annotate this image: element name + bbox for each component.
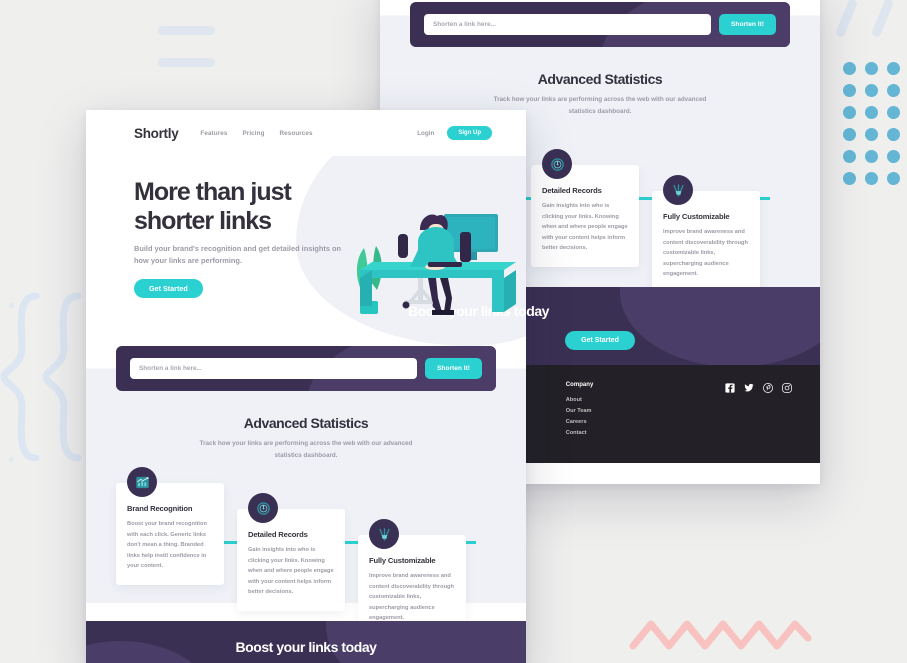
footer-link[interactable]: Our Team bbox=[566, 408, 594, 414]
boost-section: Boost your links today Get Started bbox=[86, 621, 526, 663]
boost-blob-left bbox=[86, 641, 216, 663]
footer-link[interactable]: Careers bbox=[566, 419, 594, 425]
shorten-input[interactable] bbox=[130, 358, 418, 379]
login-link[interactable]: Login bbox=[417, 130, 434, 137]
back-shorten-button[interactable]: Shorten It! bbox=[719, 14, 776, 35]
decor-mini-dot-2 bbox=[9, 457, 14, 462]
instagram-icon[interactable] bbox=[782, 383, 792, 394]
hero-copy: More than just shorter links Build your … bbox=[134, 178, 344, 298]
nav-account-actions: Login Sign Up bbox=[417, 126, 492, 140]
signup-button[interactable]: Sign Up bbox=[447, 126, 492, 140]
pinterest-icon[interactable] bbox=[763, 383, 773, 394]
front-shorten-section: Shorten It! bbox=[86, 346, 526, 391]
boost-heading: Boost your links today bbox=[235, 639, 377, 656]
footer-link[interactable]: About bbox=[566, 397, 594, 403]
primary-nav-links: Features Pricing Resources bbox=[200, 130, 312, 137]
back-shorten-input[interactable] bbox=[424, 14, 712, 35]
back-shorten-form[interactable]: Shorten It! bbox=[410, 2, 790, 47]
hero-title-line-2: shorter links bbox=[134, 206, 272, 235]
footer-column-heading: Company bbox=[565, 382, 594, 389]
fully-customizable-brush-icon bbox=[663, 175, 693, 206]
stat-card-title: Fully Customizable bbox=[369, 556, 436, 566]
detailed-records-speedometer-icon bbox=[248, 493, 278, 524]
twitter-icon[interactable] bbox=[744, 383, 754, 393]
back-stat-card-detailed-records[interactable]: Detailed Records Gain insights into who … bbox=[531, 149, 639, 268]
stats-cards: Brand Recognition Boost your brand recog… bbox=[116, 467, 496, 638]
brand-logo[interactable]: Shortly bbox=[134, 126, 179, 141]
decor-bar-top-2 bbox=[158, 58, 215, 67]
back-stats-heading: Advanced Statistics bbox=[537, 71, 663, 87]
stat-card-body: Gain insights into who is clicking your … bbox=[248, 547, 334, 596]
footer-socials bbox=[725, 382, 792, 463]
nav-link-features[interactable]: Features bbox=[200, 130, 227, 137]
hero-get-started-button[interactable]: Get Started bbox=[134, 278, 203, 298]
stats-subheading: Track how your links are performing acro… bbox=[199, 440, 413, 459]
decor-dot-grid bbox=[843, 62, 900, 185]
hero-subtitle: Build your brand's recognition and get d… bbox=[134, 244, 342, 265]
foreground-page-mockup[interactable]: Shortly Features Pricing Resources Login… bbox=[86, 110, 526, 663]
decor-slash-2 bbox=[870, 0, 895, 39]
back-stat-card-title: Detailed Records bbox=[542, 186, 602, 196]
fully-customizable-brush-icon bbox=[369, 519, 399, 550]
front-stats-section: Advanced Statistics Track how your links… bbox=[86, 391, 526, 638]
page-title: More than just shorter links bbox=[134, 178, 344, 235]
stat-card-body: Boost your brand recognition with each c… bbox=[127, 521, 207, 570]
front-shorten-form[interactable]: Shorten It! bbox=[116, 346, 496, 391]
hero-title-line-1: More than just bbox=[134, 178, 292, 206]
back-boost-blob-right bbox=[620, 287, 820, 366]
footer-link[interactable]: Contact bbox=[566, 430, 594, 436]
stat-card-title: Detailed Records bbox=[248, 530, 308, 540]
decor-slash-1 bbox=[834, 0, 859, 39]
decor-bar-top-1 bbox=[158, 26, 215, 35]
decor-mini-dot-1 bbox=[9, 303, 14, 308]
nav-link-pricing[interactable]: Pricing bbox=[242, 130, 264, 137]
back-shorten-section: Shorten It! bbox=[380, 0, 820, 47]
decor-braces bbox=[0, 292, 82, 462]
screenshot-canvas: Shorten It! Advanced Statistics Track ho… bbox=[0, 0, 907, 663]
nav-link-resources[interactable]: Resources bbox=[280, 130, 313, 137]
stat-card-brand-recognition[interactable]: Brand Recognition Boost your brand recog… bbox=[116, 467, 224, 586]
detailed-records-speedometer-icon bbox=[542, 149, 572, 180]
back-stat-card-body: Gain insights into who is clicking your … bbox=[542, 203, 628, 252]
facebook-icon[interactable] bbox=[725, 383, 735, 393]
stats-heading: Advanced Statistics bbox=[243, 415, 369, 431]
hero-illustration-working-person bbox=[356, 214, 516, 315]
back-stat-card-body: Improve brand awareness and content disc… bbox=[663, 229, 749, 278]
footer-column-company: Company About Our Team Careers Contact bbox=[566, 382, 594, 463]
decor-zigzag bbox=[629, 620, 812, 650]
stat-card-title: Brand Recognition bbox=[127, 504, 193, 514]
site-navbar: Shortly Features Pricing Resources Login… bbox=[86, 110, 526, 156]
back-stat-card-title: Fully Customizable bbox=[663, 212, 730, 222]
brand-recognition-chart-icon bbox=[127, 467, 157, 498]
back-stat-card-fully-customizable[interactable]: Fully Customizable Improve brand awarene… bbox=[652, 175, 760, 294]
back-boost-cta[interactable]: Get Started bbox=[565, 331, 635, 351]
stat-card-body: Improve brand awareness and content disc… bbox=[369, 573, 455, 622]
stat-card-detailed-records[interactable]: Detailed Records Gain insights into who … bbox=[237, 493, 345, 612]
shorten-it-button[interactable]: Shorten It! bbox=[425, 358, 482, 379]
hero-section: More than just shorter links Build your … bbox=[86, 156, 526, 346]
